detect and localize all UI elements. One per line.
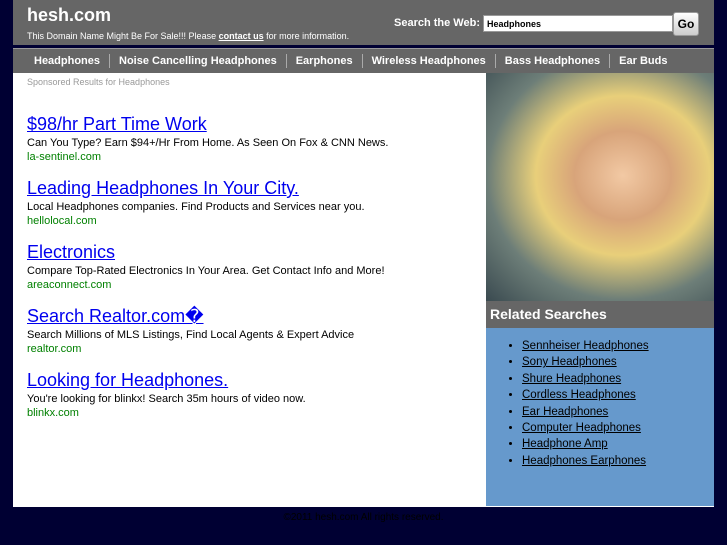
result-title[interactable]: $98/hr Part Time Work (27, 113, 477, 135)
result-url: blinkx.com (27, 407, 79, 419)
nav-item[interactable]: Wireless Headphones (363, 54, 496, 68)
footer-copyright: ©2011 hesh.com All rights reserved. (283, 512, 444, 523)
result-item: $98/hr Part Time Work Can You Type? Earn … (27, 113, 477, 163)
nav-item[interactable]: Noise Cancelling Headphones (110, 54, 287, 68)
related-item: Sennheiser Headphones (522, 338, 714, 354)
related-item: Sony Headphones (522, 354, 714, 370)
sidebar: Related Searches Sennheiser Headphones S… (486, 73, 714, 506)
nav-bar: Headphones Noise Cancelling Headphones E… (13, 48, 714, 73)
related-link[interactable]: Sony Headphones (522, 356, 617, 368)
related-item: Shure Headphones (522, 371, 714, 387)
related-item: Ear Headphones (522, 404, 714, 420)
content: Sponsored Results for Headphones $98/hr … (13, 73, 714, 507)
related-searches: Sennheiser Headphones Sony Headphones Sh… (486, 328, 714, 506)
related-item: Headphone Amp (522, 436, 714, 452)
result-title[interactable]: Search Realtor.com� (27, 305, 477, 327)
result-item: Leading Headphones In Your City. Local He… (27, 177, 477, 227)
nav-item[interactable]: Ear Buds (610, 54, 676, 68)
related-link[interactable]: Headphones Earphones (522, 455, 646, 467)
header: hesh.com This Domain Name Might Be For S… (13, 0, 714, 45)
search-input[interactable] (483, 15, 673, 32)
site-logo[interactable]: hesh.com (27, 5, 111, 26)
related-item: Headphones Earphones (522, 453, 714, 469)
related-link[interactable]: Cordless Headphones (522, 389, 636, 401)
result-url: realtor.com (27, 343, 82, 355)
sponsored-label: Sponsored Results for Headphones (27, 77, 170, 87)
related-link[interactable]: Computer Headphones (522, 422, 641, 434)
page-container: hesh.com This Domain Name Might Be For S… (13, 0, 714, 507)
headphones-model-image (486, 73, 714, 301)
result-item: Search Realtor.com� Search Millions of ML… (27, 305, 477, 355)
result-title[interactable]: Looking for Headphones. (27, 369, 477, 391)
nav-item[interactable]: Earphones (287, 54, 363, 68)
related-link[interactable]: Sennheiser Headphones (522, 340, 649, 352)
result-desc: Local Headphones companies. Find Product… (27, 201, 365, 213)
sale-text-suffix: for more information. (263, 31, 350, 41)
result-item: Electronics Compare Top-Rated Electronics… (27, 241, 477, 291)
related-item: Computer Headphones (522, 420, 714, 436)
nav-item[interactable]: Bass Headphones (496, 54, 611, 68)
result-title[interactable]: Leading Headphones In Your City. (27, 177, 477, 199)
result-desc: Compare Top-Rated Electronics In Your Ar… (27, 265, 385, 277)
result-desc: Can You Type? Earn $94+/Hr From Home. As… (27, 137, 389, 149)
related-searches-heading: Related Searches (486, 301, 714, 328)
sale-text: This Domain Name Might Be For Sale!!! Pl… (27, 31, 219, 41)
go-button[interactable]: Go (673, 12, 699, 36)
result-url: hellolocal.com (27, 215, 97, 227)
result-url: la-sentinel.com (27, 151, 101, 163)
result-desc: Search Millions of MLS Listings, Find Lo… (27, 329, 355, 341)
related-link[interactable]: Headphone Amp (522, 438, 608, 450)
related-link[interactable]: Shure Headphones (522, 373, 621, 385)
result-desc: You're looking for blinkx! Search 35m ho… (27, 393, 306, 405)
result-url: areaconnect.com (27, 279, 112, 291)
search-label: Search the Web: (394, 17, 480, 29)
result-item: Looking for Headphones. You're looking fo… (27, 369, 477, 419)
result-title[interactable]: Electronics (27, 241, 477, 263)
results-list: $98/hr Part Time Work Can You Type? Earn … (27, 113, 477, 433)
nav-item[interactable]: Headphones (25, 54, 111, 68)
contact-link[interactable]: contact us (219, 31, 264, 41)
sale-notice: This Domain Name Might Be For Sale!!! Pl… (27, 31, 349, 41)
related-item: Cordless Headphones (522, 387, 714, 403)
related-link[interactable]: Ear Headphones (522, 406, 608, 418)
